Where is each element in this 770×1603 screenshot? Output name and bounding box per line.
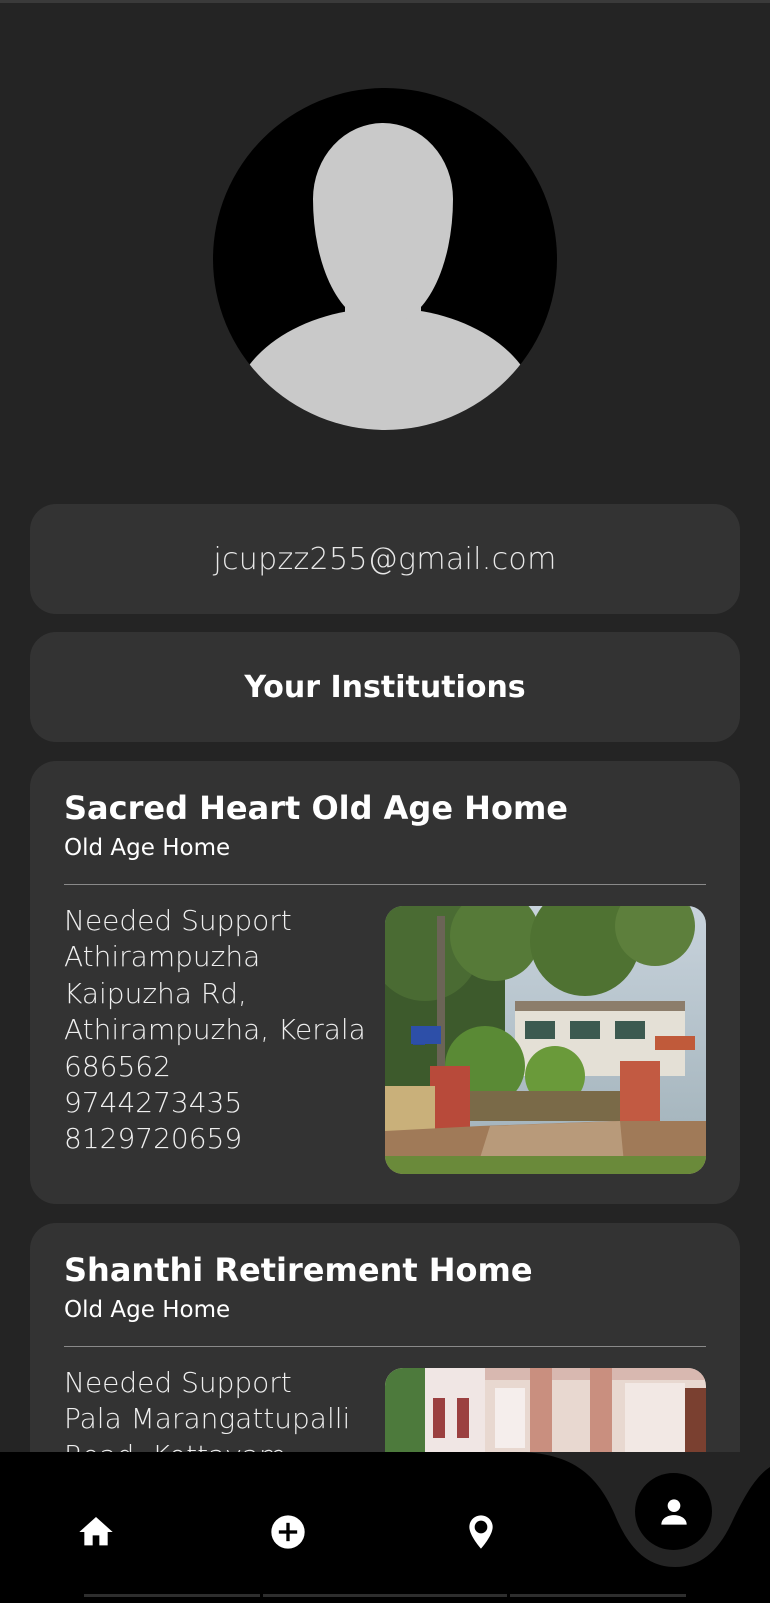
card-divider <box>64 884 706 885</box>
detail-line: Needed Support <box>64 904 292 937</box>
person-icon <box>660 1498 687 1525</box>
location-pin-icon <box>469 1515 493 1549</box>
institution-type: Old Age Home <box>64 835 231 861</box>
nav-profile-button[interactable] <box>635 1473 712 1550</box>
detail-line: 8129720659 <box>64 1122 243 1156</box>
user-email: jcupzz255@gmail.com <box>213 541 557 577</box>
institution-type: Old Age Home <box>64 1297 231 1323</box>
detail-line: 686562 <box>64 1049 171 1083</box>
institution-card[interactable]: Sacred Heart Old Age Home Old Age Home N… <box>30 761 740 1204</box>
detail-line: Needed Support <box>64 1366 292 1399</box>
card-divider <box>64 1346 706 1347</box>
avatar-silhouette-head <box>313 123 453 323</box>
detail-line: Pala Marangattupalli <box>64 1402 351 1436</box>
institution-name: Shanthi Retirement Home <box>64 1251 533 1289</box>
home-icon <box>79 1517 113 1546</box>
nav-add-button[interactable] <box>258 1502 318 1562</box>
detail-line: 9744273435 <box>64 1086 243 1120</box>
institution-card[interactable]: Shanthi Retirement Home Old Age Home Nee… <box>30 1223 740 1452</box>
nav-location-button[interactable] <box>451 1502 511 1562</box>
detail-line: Athirampuzha, Kerala <box>64 1013 366 1047</box>
add-circle-icon <box>271 1515 305 1549</box>
institution-photo <box>385 1368 706 1452</box>
institution-details: Needed Support Pala Marangattupalli Road… <box>64 1365 374 1452</box>
system-nav-segment <box>84 1594 260 1597</box>
detail-line: Kaipuzha Rd, <box>64 976 247 1010</box>
institutions-header: Your Institutions <box>30 632 740 742</box>
avatar[interactable] <box>213 88 557 430</box>
institution-details: Needed Support Athirampuzha Kaipuzha Rd,… <box>64 903 374 1158</box>
email-panel: jcupzz255@gmail.com <box>30 504 740 614</box>
system-nav-segment <box>510 1594 686 1597</box>
institution-name: Sacred Heart Old Age Home <box>64 789 568 827</box>
detail-line: Road, Kottayam <box>64 1438 374 1452</box>
system-nav-segment <box>263 1594 507 1597</box>
institution-photo <box>385 906 706 1174</box>
nav-home-button[interactable] <box>66 1502 126 1562</box>
detail-line: Athirampuzha <box>64 940 261 974</box>
profile-scroll-area[interactable]: jcupzz255@gmail.com Your Institutions Sa… <box>0 0 770 1452</box>
section-title: Your Institutions <box>244 669 526 705</box>
